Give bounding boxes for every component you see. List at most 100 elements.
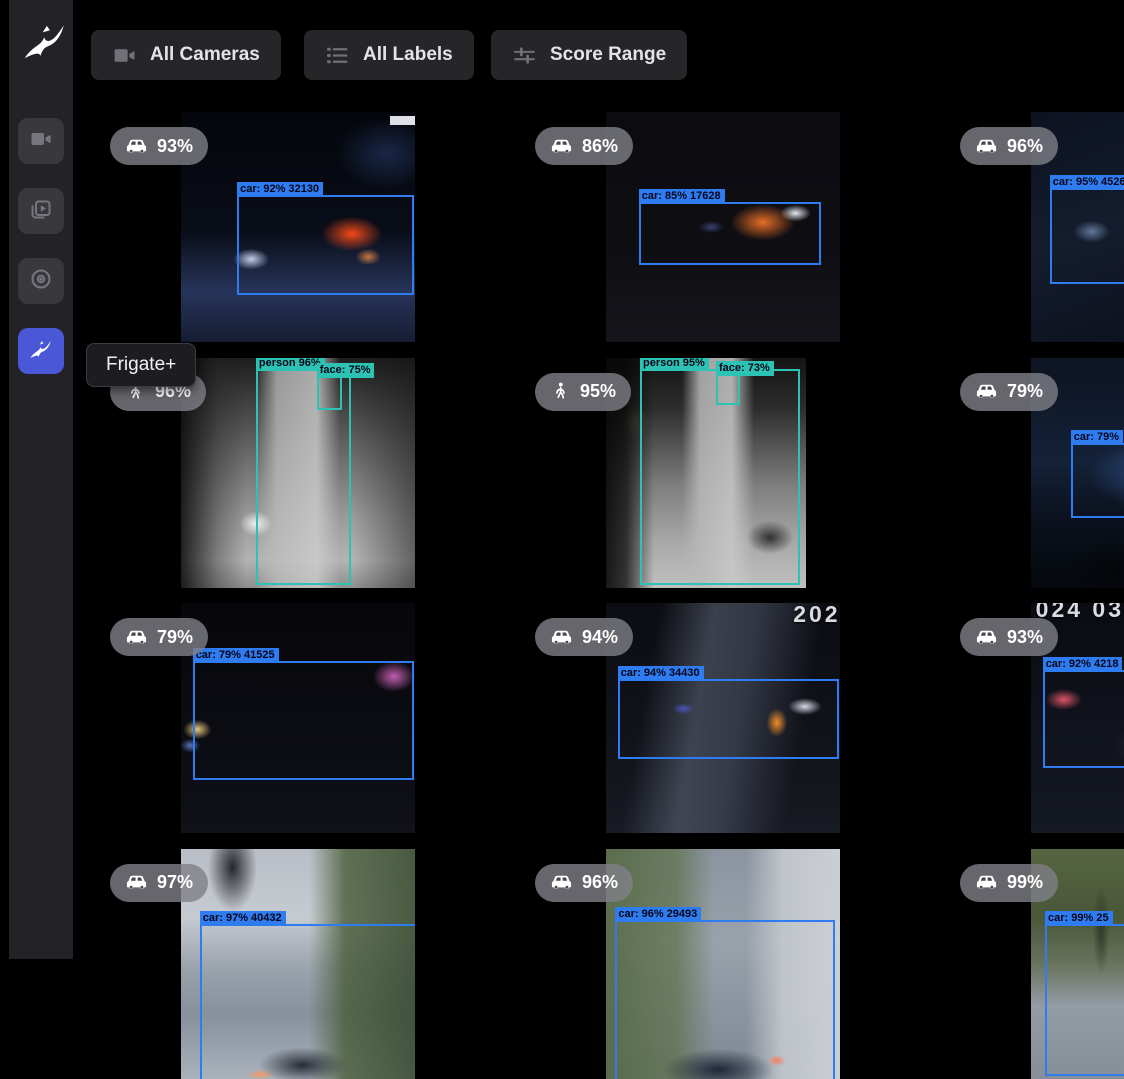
car-icon xyxy=(125,135,148,158)
car-icon xyxy=(125,871,148,894)
detection-cell: car: 92% 32130 93% xyxy=(100,96,525,342)
detection-cell: car: 79% 79% xyxy=(950,342,1124,588)
sidebar-item-live[interactable] xyxy=(18,118,64,164)
detection-snapshot[interactable]: car: 96% 29493 xyxy=(606,849,840,1079)
detection-cell: car: 95% 45260 96% xyxy=(950,96,1124,342)
detection-cell: car: 85% 17628 86% xyxy=(525,96,950,342)
box-label: car: 99% 25 xyxy=(1045,911,1113,926)
object-bounding-box: car: 96% 29493 xyxy=(615,920,834,1079)
detection-cell: car: 96% 29493 96% xyxy=(525,833,950,1079)
object-bounding-box: car: 95% 45260 xyxy=(1050,188,1124,284)
detection-snapshot[interactable]: car: 79% 41525 xyxy=(181,603,415,833)
box-label: car: 85% 17628 xyxy=(639,189,725,204)
car-icon xyxy=(975,135,998,158)
score-badge: 99% xyxy=(960,864,1058,902)
sidebar-item-review[interactable] xyxy=(18,188,64,234)
filter-label: All Cameras xyxy=(150,44,260,66)
disc-icon xyxy=(29,267,53,296)
score-value: 86% xyxy=(582,136,618,157)
object-bounding-box: car: 99% 25 xyxy=(1045,924,1124,1075)
detection-cell: person 95% face: 73% 95% xyxy=(525,342,950,588)
car-icon xyxy=(975,626,998,649)
box-label: car: 79% 41525 xyxy=(193,648,279,663)
score-badge: 93% xyxy=(960,618,1058,656)
frigate-logo xyxy=(20,16,70,66)
score-value: 79% xyxy=(1007,381,1043,402)
object-bounding-box: car: 92% 4218 xyxy=(1043,670,1124,768)
score-value: 93% xyxy=(1007,627,1043,648)
car-icon xyxy=(550,135,573,158)
score-badge: 93% xyxy=(110,127,208,165)
box-label: car: 95% 45260 xyxy=(1050,175,1124,190)
detection-snapshot[interactable]: person 95% face: 73% xyxy=(606,358,806,588)
filter-label: Score Range xyxy=(550,44,666,66)
score-value: 96% xyxy=(1007,136,1043,157)
detection-snapshot[interactable]: 202 car: 94% 34430 xyxy=(606,603,840,833)
review-playlist-icon xyxy=(29,197,53,226)
person-icon xyxy=(550,381,571,402)
face-bounding-box: face: 73% xyxy=(716,374,740,406)
car-icon xyxy=(125,626,148,649)
detection-cell: car: 79% 4152579% xyxy=(100,587,525,833)
detection-cell: car: 97% 40432 97% xyxy=(100,833,525,1079)
score-value: 95% xyxy=(580,381,616,402)
box-label: car: 94% 34430 xyxy=(618,666,704,681)
object-bounding-box: car: 92% 32130 xyxy=(237,195,414,296)
object-bounding-box: car: 94% 34430 xyxy=(618,679,840,759)
camera-timestamp-fragment: 202 xyxy=(793,603,840,628)
all-labels-filter-button[interactable]: All Labels xyxy=(304,30,474,80)
score-badge: 79% xyxy=(110,618,208,656)
score-value: 99% xyxy=(1007,872,1043,893)
object-bounding-box: car: 97% 40432 xyxy=(200,924,415,1078)
car-icon xyxy=(550,871,573,894)
box-label: car: 92% 4218 xyxy=(1043,657,1123,672)
score-badge: 94% xyxy=(535,618,633,656)
box-label: car: 96% 29493 xyxy=(615,907,701,922)
box-label: person 95% xyxy=(640,358,709,372)
box-label: car: 97% 40432 xyxy=(200,911,286,926)
detection-snapshot[interactable]: person 96%face: 75% xyxy=(181,358,415,588)
object-bounding-box: car: 79% 41525 xyxy=(193,661,415,780)
score-badge: 95% xyxy=(535,373,631,411)
car-icon xyxy=(550,626,573,649)
face-bounding-box: face: 75% xyxy=(317,376,342,410)
sidebar xyxy=(9,0,73,959)
frigate-plus-tooltip: Frigate+ xyxy=(86,343,196,387)
score-badge: 96% xyxy=(960,127,1058,165)
object-bounding-box: car: 79% xyxy=(1071,443,1124,518)
detection-snapshot[interactable]: car: 97% 40432 xyxy=(181,849,415,1079)
detections-grid: car: 92% 32130 93% car: 85% 17628 86% car: 9… xyxy=(100,96,1124,1078)
score-badge: 79% xyxy=(960,373,1058,411)
filter-label: All Labels xyxy=(363,44,453,66)
score-value: 94% xyxy=(582,627,618,648)
score-value: 79% xyxy=(157,627,193,648)
box-label: car: 92% 32130 xyxy=(237,182,323,197)
sidebar-item-export[interactable] xyxy=(18,258,64,304)
list-icon xyxy=(325,43,350,68)
score-badge: 86% xyxy=(535,127,633,165)
box-label: face: 73% xyxy=(716,361,774,376)
car-icon xyxy=(975,871,998,894)
score-value: 93% xyxy=(157,136,193,157)
car-icon xyxy=(975,380,998,403)
score-value: 97% xyxy=(157,872,193,893)
detection-cell: 024 03 0car: 92% 421893% xyxy=(950,587,1124,833)
detection-cell: car: 99% 25 99% xyxy=(950,833,1124,1079)
score-range-filter-button[interactable]: Score Range xyxy=(491,30,687,80)
detection-snapshot[interactable]: car: 92% 32130 xyxy=(181,112,415,342)
score-badge: 96% xyxy=(535,864,633,902)
object-bounding-box: car: 85% 17628 xyxy=(639,202,821,266)
detection-cell: 202 car: 94% 34430 94% xyxy=(525,587,950,833)
video-camera-icon xyxy=(112,43,137,68)
frigate-plus-page: { "app": {"name": "Frigate"}, "colors": … xyxy=(0,0,1124,959)
score-badge: 97% xyxy=(110,864,208,902)
sidebar-item-frigate-plus[interactable] xyxy=(18,328,64,374)
detection-snapshot[interactable]: car: 85% 17628 xyxy=(606,112,840,342)
box-label: car: 79% xyxy=(1071,430,1123,445)
all-cameras-filter-button[interactable]: All Cameras xyxy=(91,30,281,80)
frigate-bird-icon xyxy=(28,336,54,367)
sliders-icon xyxy=(512,43,537,68)
box-label: person 96% xyxy=(256,358,325,372)
box-label: face: 75% xyxy=(317,363,375,378)
score-value: 96% xyxy=(582,872,618,893)
